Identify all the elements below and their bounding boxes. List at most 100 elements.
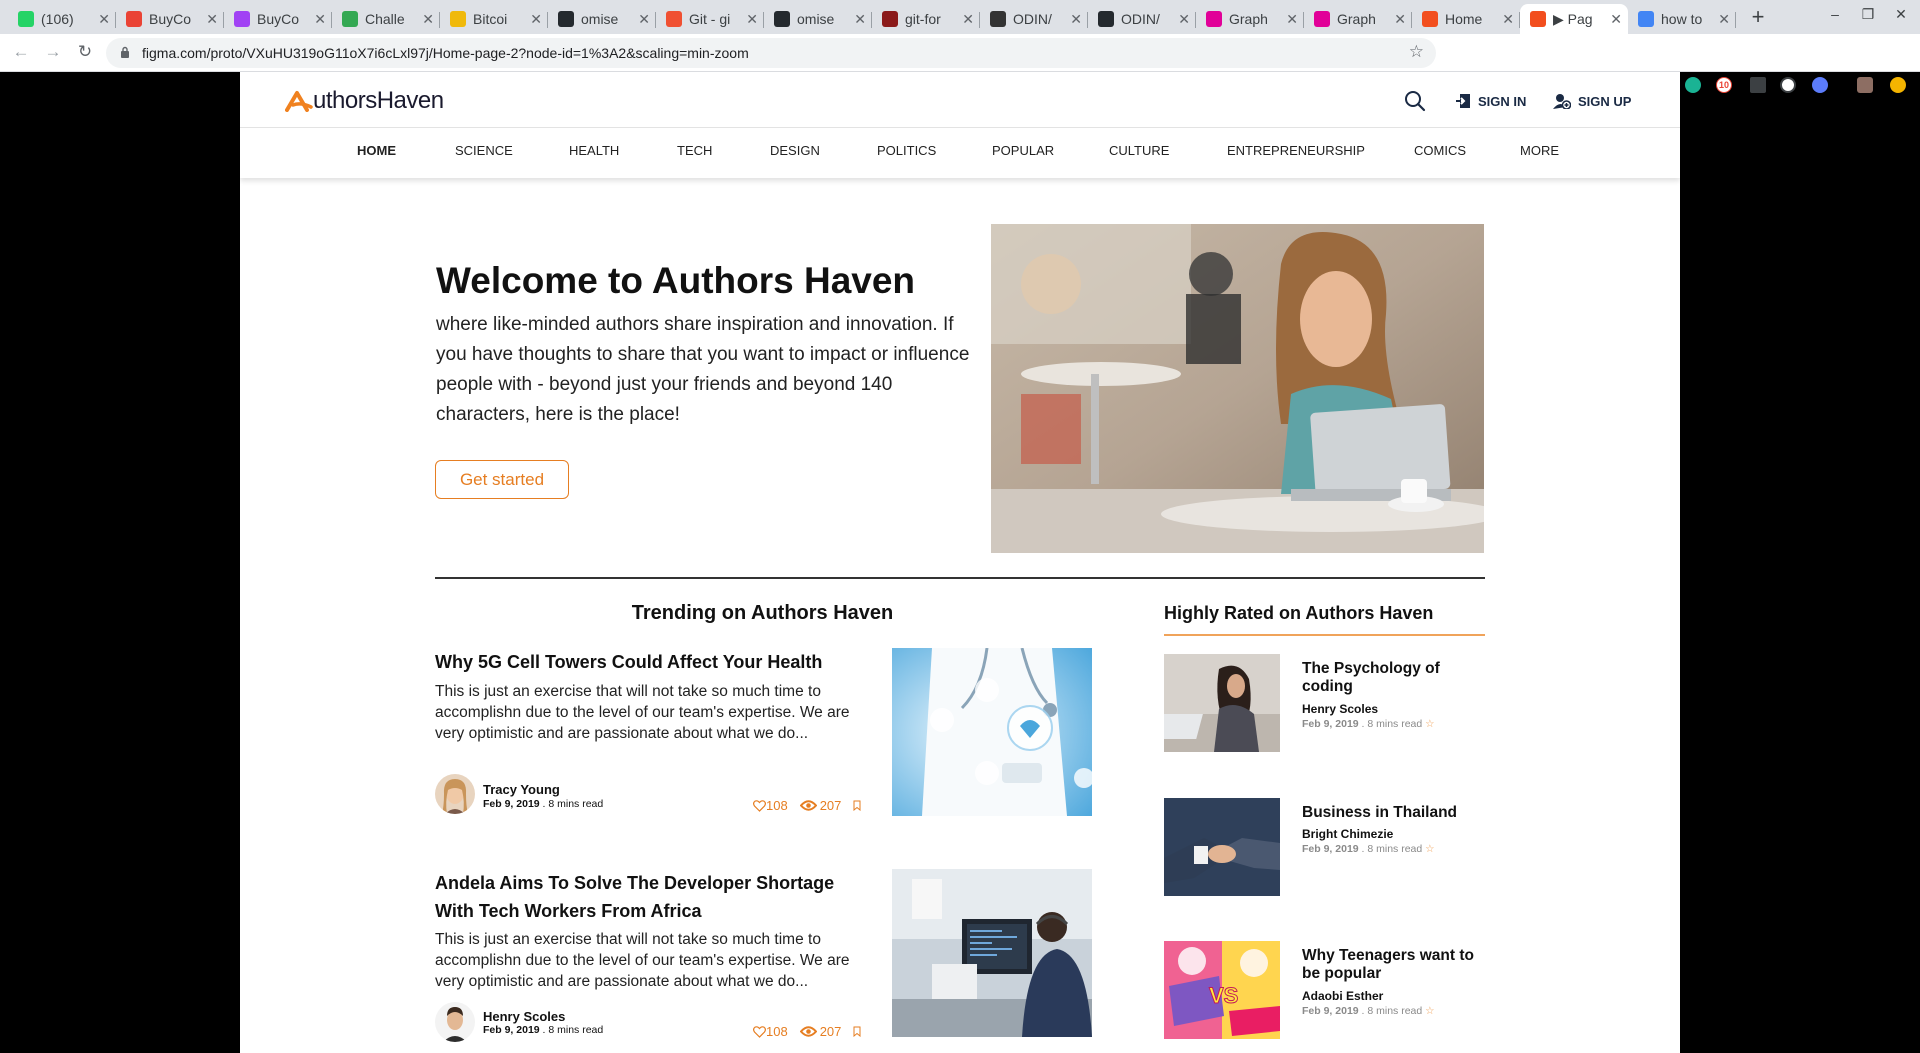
restore-icon[interactable]: ❐ bbox=[1858, 6, 1878, 23]
view-count: 207 bbox=[819, 1024, 842, 1039]
info-extension-icon[interactable] bbox=[1780, 77, 1796, 93]
browser-tab[interactable]: Git - gi ✕ bbox=[656, 4, 764, 34]
new-tab-button[interactable]: + bbox=[1748, 4, 1768, 30]
browser-tab[interactable]: omise ✕ bbox=[548, 4, 656, 34]
nav-tech[interactable]: TECH bbox=[677, 143, 712, 158]
rated-title[interactable]: The Psychology of coding bbox=[1302, 660, 1482, 696]
rated-author[interactable]: Henry Scoles bbox=[1302, 702, 1378, 716]
extension-icon[interactable] bbox=[1812, 77, 1828, 93]
close-tab-icon[interactable]: ✕ bbox=[1502, 11, 1514, 28]
nav-health[interactable]: HEALTH bbox=[569, 143, 619, 158]
article-thumbnail[interactable] bbox=[892, 869, 1092, 1037]
nav-popular[interactable]: POPULAR bbox=[992, 143, 1054, 158]
close-tab-icon[interactable]: ✕ bbox=[98, 11, 110, 28]
update-alert-icon[interactable] bbox=[1890, 77, 1906, 93]
close-tab-icon[interactable]: ✕ bbox=[1286, 11, 1298, 28]
bookmark-star-icon[interactable]: ☆ bbox=[1409, 42, 1424, 62]
close-tab-icon[interactable]: ✕ bbox=[206, 11, 218, 28]
rated-thumbnail[interactable]: VS bbox=[1164, 941, 1280, 1039]
rated-thumbnail[interactable] bbox=[1164, 798, 1280, 896]
sign-up-button[interactable]: SIGN UP bbox=[1553, 90, 1631, 112]
close-tab-icon[interactable]: ✕ bbox=[422, 11, 434, 28]
rated-item[interactable]: Business in Thailand Bright Chimezie Feb… bbox=[1164, 798, 1485, 896]
rated-item[interactable]: The Psychology of coding Henry Scoles Fe… bbox=[1164, 654, 1485, 752]
browser-tab[interactable]: Bitcoi ✕ bbox=[440, 4, 548, 34]
rated-author[interactable]: Adaobi Esther bbox=[1302, 989, 1383, 1003]
close-tab-icon[interactable]: ✕ bbox=[746, 11, 758, 28]
browser-tab[interactable]: Graph ✕ bbox=[1304, 4, 1412, 34]
rated-meta: Feb 9, 2019 . 8 mins read ☆ bbox=[1302, 718, 1435, 730]
logo-a-icon bbox=[285, 91, 313, 112]
search-icon[interactable] bbox=[1404, 90, 1426, 112]
nav-design[interactable]: DESIGN bbox=[770, 143, 820, 158]
likes[interactable]: 108 bbox=[753, 798, 788, 813]
tab-title: Graph bbox=[1229, 11, 1268, 27]
nav-science[interactable]: SCIENCE bbox=[455, 143, 513, 158]
article-card[interactable]: Andela Aims To Solve The Developer Short… bbox=[435, 869, 1095, 1049]
extension-icon[interactable] bbox=[1750, 77, 1766, 93]
browser-tab[interactable]: Graph ✕ bbox=[1196, 4, 1304, 34]
reload-icon[interactable]: ↻ bbox=[74, 42, 96, 62]
browser-tab[interactable]: Home ✕ bbox=[1412, 4, 1520, 34]
browser-tab[interactable]: BuyCo ✕ bbox=[224, 4, 332, 34]
c-icon bbox=[882, 11, 898, 27]
close-tab-icon[interactable]: ✕ bbox=[1718, 11, 1730, 28]
site-logo[interactable]: uthorsHaven bbox=[285, 86, 444, 116]
nav-home[interactable]: HOME bbox=[357, 143, 396, 158]
profile-avatar[interactable] bbox=[1857, 77, 1873, 93]
nav-entrepreneurship[interactable]: ENTREPRENEURSHIP bbox=[1227, 143, 1365, 158]
address-bar-row: ← → ↻ figma.com/proto/VXuHU319oG11oX7i6c… bbox=[0, 34, 1920, 93]
browser-tab[interactable]: omise ✕ bbox=[764, 4, 872, 34]
browser-tab[interactable]: how to ✕ bbox=[1628, 4, 1736, 34]
close-tab-icon[interactable]: ✕ bbox=[1070, 11, 1082, 28]
browser-tab[interactable]: BuyCo ✕ bbox=[116, 4, 224, 34]
close-tab-icon[interactable]: ✕ bbox=[314, 11, 326, 28]
author-name[interactable]: Tracy Young bbox=[483, 782, 560, 797]
extension-icon[interactable] bbox=[1685, 77, 1701, 93]
browser-tab[interactable]: git-for ✕ bbox=[872, 4, 980, 34]
close-tab-icon[interactable]: ✕ bbox=[854, 11, 866, 28]
close-tab-icon[interactable]: ✕ bbox=[530, 11, 542, 28]
article-card[interactable]: Why 5G Cell Towers Could Affect Your Hea… bbox=[435, 648, 1095, 828]
rated-item[interactable]: VS Why Teenagers want to be popular Adao… bbox=[1164, 941, 1485, 1039]
article-title[interactable]: Why 5G Cell Towers Could Affect Your Hea… bbox=[435, 648, 865, 676]
browser-tab[interactable]: ODIN/ ✕ bbox=[1088, 4, 1196, 34]
tab-separator bbox=[1735, 12, 1736, 28]
browser-tab[interactable]: ▶ Pag ✕ bbox=[1520, 4, 1628, 34]
article-thumbnail[interactable] bbox=[892, 648, 1092, 816]
author-name[interactable]: Henry Scoles bbox=[483, 1009, 565, 1024]
forward-icon[interactable]: → bbox=[42, 42, 64, 62]
sign-in-button[interactable]: SIGN IN bbox=[1455, 90, 1526, 112]
close-window-icon[interactable]: ✕ bbox=[1891, 6, 1911, 23]
browser-tab[interactable]: ODIN/ ✕ bbox=[980, 4, 1088, 34]
get-started-button[interactable]: Get started bbox=[435, 460, 569, 499]
article-stats: 108 207 bbox=[753, 798, 861, 813]
minimize-icon[interactable]: – bbox=[1825, 6, 1845, 22]
close-tab-icon[interactable]: ✕ bbox=[1610, 11, 1622, 28]
url-field[interactable]: figma.com/proto/VXuHU319oG11oX7i6cLxl97j… bbox=[106, 38, 1436, 68]
avatar[interactable] bbox=[435, 1002, 475, 1042]
browser-tab-strip: (106) ✕ BuyCo ✕ BuyCo ✕ Challe ✕ Bitcoi ✕ omise ✕ Gi… bbox=[0, 0, 1920, 34]
close-tab-icon[interactable]: ✕ bbox=[962, 11, 974, 28]
rated-title[interactable]: Why Teenagers want to be popular bbox=[1302, 947, 1482, 983]
highly-rated-heading: Highly Rated on Authors Haven bbox=[1164, 603, 1434, 623]
back-icon[interactable]: ← bbox=[10, 42, 32, 62]
close-tab-icon[interactable]: ✕ bbox=[1394, 11, 1406, 28]
close-tab-icon[interactable]: ✕ bbox=[638, 11, 650, 28]
bookmark-icon[interactable] bbox=[853, 800, 861, 811]
rated-thumbnail[interactable] bbox=[1164, 654, 1280, 752]
nav-comics[interactable]: COMICS bbox=[1414, 143, 1466, 158]
nav-politics[interactable]: POLITICS bbox=[877, 143, 936, 158]
rated-title[interactable]: Business in Thailand bbox=[1302, 804, 1482, 822]
article-title[interactable]: Andela Aims To Solve The Developer Short… bbox=[435, 869, 865, 925]
nav-more[interactable]: MORE bbox=[1520, 143, 1559, 158]
browser-tab[interactable]: (106) ✕ bbox=[8, 4, 116, 34]
likes[interactable]: 108 bbox=[753, 1024, 788, 1039]
notification-extension-icon[interactable]: 10 bbox=[1716, 77, 1732, 93]
close-tab-icon[interactable]: ✕ bbox=[1178, 11, 1190, 28]
nav-culture[interactable]: CULTURE bbox=[1109, 143, 1169, 158]
rated-author[interactable]: Bright Chimezie bbox=[1302, 827, 1393, 841]
browser-tab[interactable]: Challe ✕ bbox=[332, 4, 440, 34]
bookmark-icon[interactable] bbox=[853, 1026, 861, 1037]
avatar[interactable] bbox=[435, 774, 475, 814]
